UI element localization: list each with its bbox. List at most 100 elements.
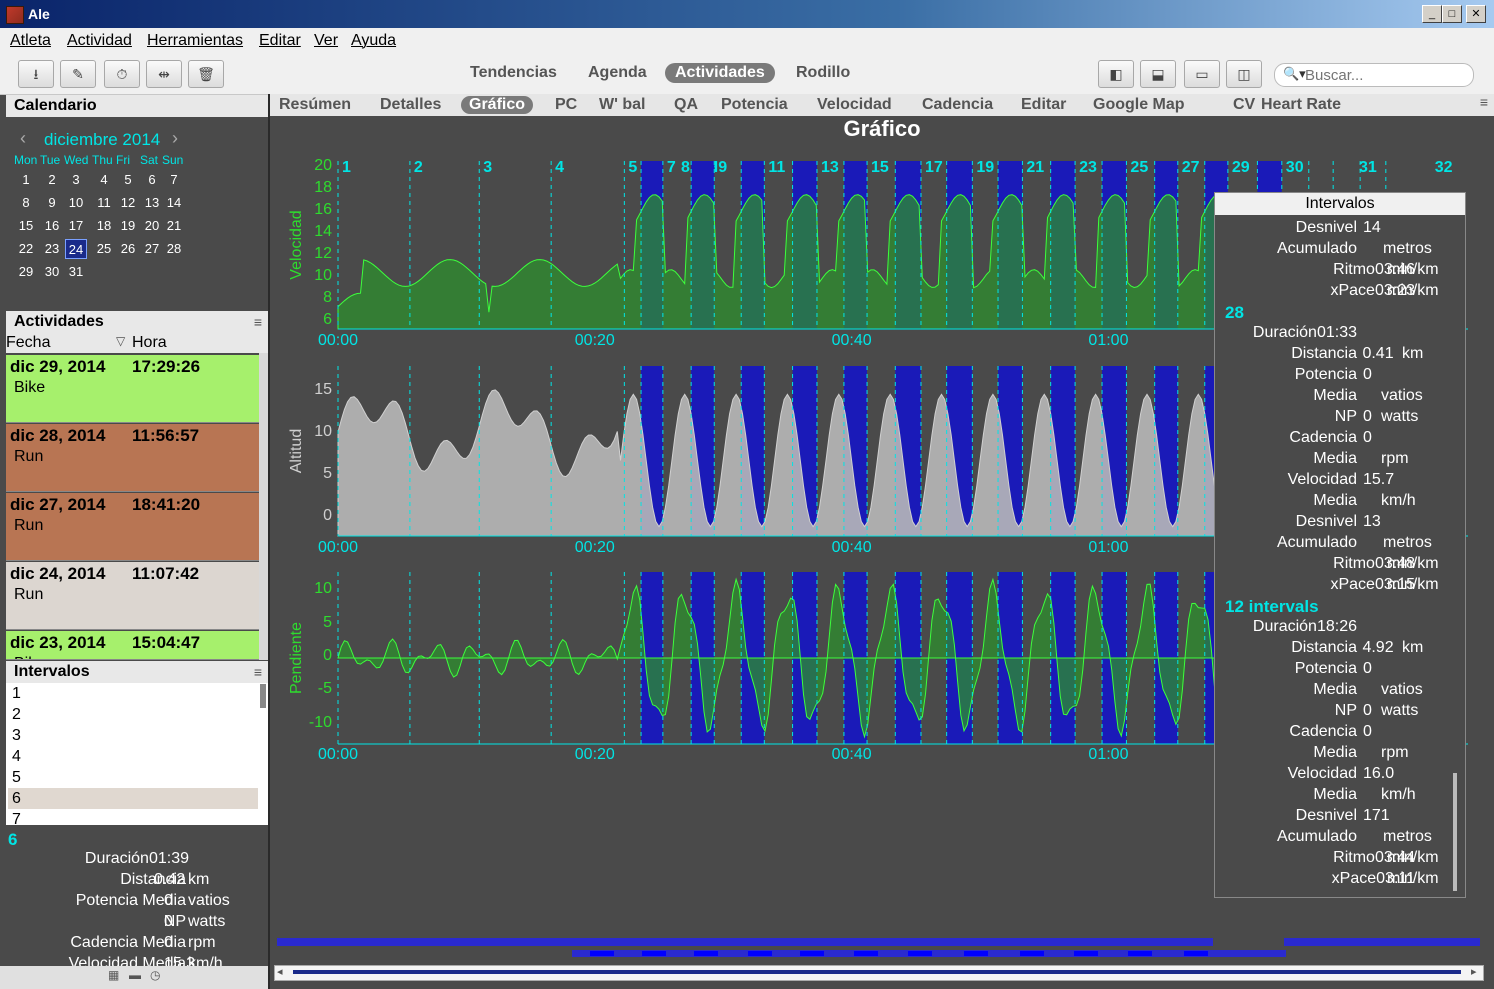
activity-row[interactable]: dic 23, 2014 15:04:47 Bike	[6, 631, 259, 660]
activity-row[interactable]: dic 29, 2014 17:29:26 Bike	[6, 355, 259, 423]
calendar-day[interactable]: 26	[117, 239, 139, 259]
scroll-left-icon[interactable]: ◂	[277, 965, 283, 978]
subtab-item[interactable]: Google Map	[1093, 96, 1185, 114]
calendar-small-icon[interactable]: ▦	[108, 968, 119, 982]
split-view-icon[interactable]: ◫	[1226, 60, 1262, 88]
calendar-day[interactable]: 15	[15, 216, 37, 236]
intervals-scrollbar[interactable]	[260, 684, 266, 708]
tab-actividades[interactable]: Actividades	[665, 63, 775, 83]
col-time[interactable]: Hora	[132, 334, 167, 352]
calendar-day[interactable]: 14	[163, 193, 185, 213]
calendar-day[interactable]: 16	[41, 216, 63, 236]
subtab-item[interactable]: Velocidad	[817, 96, 892, 114]
activity-row[interactable]: dic 27, 2014 18:41:20 Run	[6, 493, 259, 561]
tab-rodillo[interactable]: Rodillo	[796, 64, 850, 82]
subtab-item[interactable]: QA	[674, 96, 698, 114]
menu-ver[interactable]: Ver	[314, 32, 338, 50]
subtab-item[interactable]: Detalles	[380, 96, 441, 114]
calendar-day[interactable]: 24	[65, 239, 87, 259]
calendar-day[interactable]: 4	[93, 170, 115, 190]
subtabs-menu-icon[interactable]: ≡	[1480, 94, 1488, 110]
trash-icon[interactable]: 🗑	[188, 60, 224, 88]
calendar-day[interactable]: 12	[117, 193, 139, 213]
calendar-day[interactable]: 7	[163, 170, 185, 190]
scroll-track[interactable]	[293, 970, 1461, 974]
activities-scrollbar[interactable]	[259, 353, 268, 660]
download-icon[interactable]: ⭳	[18, 60, 54, 88]
interval-item[interactable]: 1	[8, 683, 258, 704]
search-box[interactable]: 🔍▾	[1274, 63, 1474, 87]
calendar-day[interactable]: 18	[93, 216, 115, 236]
activity-row[interactable]: dic 28, 2014 11:56:57 Run	[6, 424, 259, 492]
tab-tendencias[interactable]: Tendencias	[470, 64, 557, 82]
calendar-day[interactable]: 3	[65, 170, 87, 190]
subtab-item[interactable]: Heart Rate	[1261, 96, 1341, 114]
overlay-scrollbar[interactable]	[1453, 773, 1457, 891]
calendar-day[interactable]: 25	[93, 239, 115, 259]
subtab-item[interactable]: Editar	[1021, 96, 1066, 114]
subtab-item[interactable]: Cadencia	[922, 96, 993, 114]
calendar-day[interactable]: 21	[163, 216, 185, 236]
col-date[interactable]: Fecha	[6, 334, 50, 352]
minimize-button[interactable]: _	[1422, 5, 1442, 23]
clock-icon[interactable]: ◷	[150, 968, 160, 982]
menu-herramientas[interactable]: Herramientas	[147, 32, 243, 50]
subtab-item[interactable]: CV	[1233, 96, 1255, 114]
edit-icon[interactable]: ✎	[60, 60, 96, 88]
calendar-day[interactable]: 30	[41, 262, 63, 282]
subtab-item[interactable]: Resúmen	[279, 96, 351, 114]
menu-ayuda[interactable]: Ayuda	[351, 32, 396, 50]
calendar-day[interactable]: 22	[15, 239, 37, 259]
prev-month-icon[interactable]: ‹	[20, 128, 26, 149]
menu-editar[interactable]: Editar	[259, 32, 301, 50]
search-input[interactable]	[1305, 65, 1465, 85]
calendar-day[interactable]: 2	[41, 170, 63, 190]
close-button[interactable]: ✕	[1466, 5, 1486, 23]
calendar-day[interactable]: 29	[15, 262, 37, 282]
single-view-icon[interactable]: ▭	[1184, 60, 1220, 88]
sidebar-toggle-icon[interactable]: ◧	[1098, 60, 1134, 88]
interval-item[interactable]: 2	[8, 704, 258, 725]
calendar-day[interactable]: 5	[117, 170, 139, 190]
maximize-button[interactable]: □	[1442, 5, 1462, 23]
interval-item[interactable]: 4	[8, 746, 258, 767]
calendar-day[interactable]: 10	[65, 193, 87, 213]
subtab-item[interactable]: PC	[555, 96, 577, 114]
calendar-day[interactable]: 6	[141, 170, 163, 190]
subtab-item[interactable]: W' bal	[599, 96, 645, 114]
intervals-menu-icon[interactable]: ≡	[254, 661, 262, 683]
calendar-day[interactable]: 23	[41, 239, 63, 259]
search-icon[interactable]: 🔍▾	[1283, 66, 1306, 82]
calendar-month[interactable]: diciembre 2014	[44, 130, 160, 150]
tab-agenda[interactable]: Agenda	[588, 64, 647, 82]
subtab-item[interactable]: Potencia	[721, 96, 788, 114]
activity-row[interactable]: dic 24, 2014 11:07:42 Run	[6, 562, 259, 630]
next-month-icon[interactable]: ›	[172, 128, 178, 149]
folder-icon[interactable]: ▬	[129, 968, 141, 982]
subtab-item[interactable]: Gráfico	[461, 96, 534, 114]
interval-item[interactable]: 5	[8, 767, 258, 788]
menu-atleta[interactable]: Atleta	[10, 32, 51, 50]
calendar-day[interactable]: 27	[141, 239, 163, 259]
interval-overview[interactable]	[270, 936, 1494, 966]
calendar-day[interactable]: 1	[15, 170, 37, 190]
calendar-day[interactable]: 13	[141, 193, 163, 213]
calendar-day[interactable]: 31	[65, 262, 87, 282]
calendar-day[interactable]: 9	[41, 193, 63, 213]
activities-menu-icon[interactable]: ≡	[254, 311, 262, 333]
split-icon[interactable]: ⇹	[146, 60, 182, 88]
calendar-day[interactable]: 8	[15, 193, 37, 213]
calendar-day[interactable]: 20	[141, 216, 163, 236]
calendar-day[interactable]: 28	[163, 239, 185, 259]
menu-actividad[interactable]: Actividad	[67, 32, 132, 50]
horizontal-scrollbar[interactable]: ◂ ▸	[274, 965, 1484, 981]
interval-label: 5	[628, 159, 637, 176]
stopwatch-icon[interactable]: ⏱	[104, 60, 140, 88]
scroll-right-icon[interactable]: ▸	[1471, 965, 1477, 978]
interval-item[interactable]: 6	[8, 788, 258, 809]
calendar-day[interactable]: 19	[117, 216, 139, 236]
bottom-panel-icon[interactable]: ⬓	[1140, 60, 1176, 88]
interval-item[interactable]: 3	[8, 725, 258, 746]
calendar-day[interactable]: 17	[65, 216, 87, 236]
calendar-day[interactable]: 11	[93, 193, 115, 213]
